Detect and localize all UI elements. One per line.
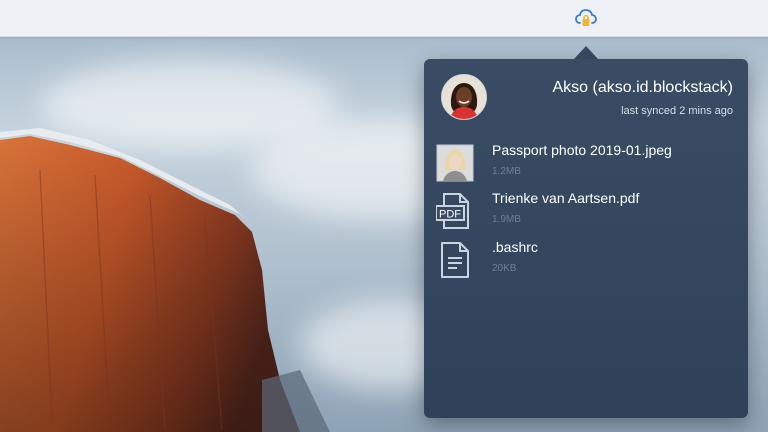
cloud-lock-icon[interactable] [574, 7, 598, 29]
sync-status: last synced 2 mins ago [621, 105, 733, 117]
sync-popover: Akso (akso.id.blockstack) last synced 2 … [424, 59, 748, 418]
file-name: Trienke van Aartsen.pdf [492, 190, 640, 206]
file-row[interactable]: .bashrc 20KB [436, 239, 736, 283]
file-name: Passport photo 2019-01.jpeg [492, 142, 672, 158]
file-size: 1.9MB [492, 214, 521, 225]
file-name: .bashrc [492, 239, 538, 255]
pdf-file-icon: PDF [435, 192, 474, 230]
menu-bar [0, 0, 768, 37]
file-size: 20KB [492, 263, 517, 274]
file-row[interactable]: PDF Trienke van Aartsen.pdf 1.9MB [435, 190, 736, 234]
user-avatar[interactable] [441, 74, 487, 120]
file-row[interactable]: Passport photo 2019-01.jpeg 1.2MB [436, 142, 736, 186]
popover-arrow [574, 46, 598, 59]
text-file-icon [436, 241, 474, 279]
image-thumbnail-icon [436, 144, 474, 182]
file-size: 1.2MB [492, 166, 521, 177]
pdf-icon-label: PDF [439, 209, 461, 221]
user-name: Akso (akso.id.blockstack) [552, 79, 733, 96]
